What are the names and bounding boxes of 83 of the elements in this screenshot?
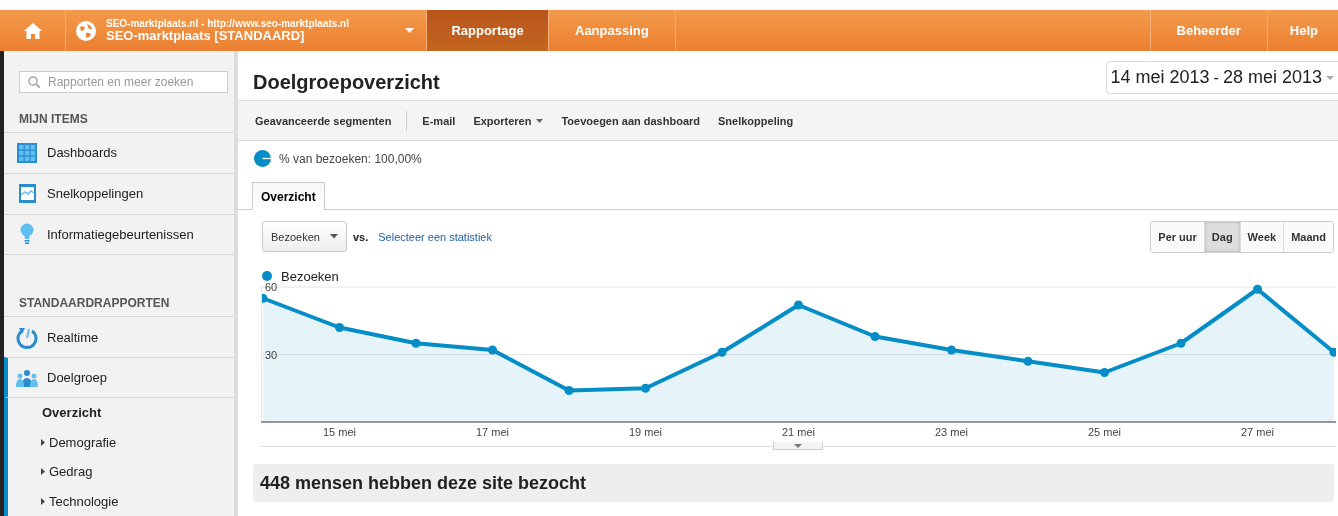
data-point xyxy=(794,300,803,310)
sidebar-subitem[interactable]: Overzicht xyxy=(8,398,234,428)
sidebar-item[interactable]: Dashboards xyxy=(4,131,234,173)
caret-icon[interactable] xyxy=(405,28,414,33)
sidebar-subitem[interactable]: Gedrag xyxy=(8,457,234,487)
data-point xyxy=(641,383,650,393)
axis-label: 60 xyxy=(265,281,278,293)
data-point xyxy=(1253,284,1262,294)
caret-icon xyxy=(1326,75,1334,80)
item-label: Snelkoppelingen xyxy=(47,186,144,202)
sidebar-subitem[interactable]: Technologie xyxy=(8,486,234,516)
sidebar-item[interactable]: Doelgroep xyxy=(4,357,234,398)
granularity-button[interactable]: Week xyxy=(1239,221,1284,252)
chart-resize-handle[interactable] xyxy=(773,442,823,450)
toolbar-button[interactable]: E-mail xyxy=(413,114,465,127)
home-icon[interactable] xyxy=(23,22,42,39)
item-label: Realtime xyxy=(47,329,99,345)
item-label: Demografie xyxy=(49,434,117,450)
vs-label: vs. xyxy=(352,230,369,243)
item-label: Gedrag xyxy=(49,464,93,480)
property-name: SEO-marktplaats [STANDAARD] xyxy=(106,28,305,44)
property-url: SEO-marktplaats.nl - http://www.seo-marktplaats.nl xyxy=(106,17,350,29)
caret-icon xyxy=(41,438,45,446)
item-label: Dashboards xyxy=(47,145,118,161)
data-point xyxy=(870,332,880,341)
people-icon xyxy=(16,368,38,387)
pie-icon xyxy=(254,150,271,167)
data-point xyxy=(947,345,956,355)
data-point xyxy=(1023,356,1033,366)
item-label: Overzicht xyxy=(42,405,102,421)
axis-label: 17 mei xyxy=(476,426,509,438)
data-point xyxy=(261,293,268,303)
grid-icon xyxy=(17,142,37,163)
sidebar-subitem[interactable]: Demografie xyxy=(8,427,234,457)
metric-dropdown[interactable]: Bezoeken xyxy=(262,221,347,252)
granularity-button[interactable]: Maand xyxy=(1283,221,1333,252)
toolbar-button[interactable]: Exporteren xyxy=(464,114,553,127)
item-label: Technologie xyxy=(49,493,119,509)
item-label: Doelgroep xyxy=(47,370,107,385)
globe-icon xyxy=(76,20,96,41)
axis-label: 21 mei xyxy=(782,426,815,438)
granularity-button[interactable]: Per uur xyxy=(1151,221,1204,252)
legend-label: Bezoeken xyxy=(281,268,339,284)
caret-icon xyxy=(536,118,544,123)
data-point xyxy=(411,338,421,348)
date-range-picker[interactable]: 14 mei 2013 - 28 mei 2013 xyxy=(1105,61,1338,94)
caret-icon xyxy=(41,468,45,476)
axis-label: 19 mei xyxy=(629,426,662,438)
data-point xyxy=(488,345,497,355)
nav-tab[interactable]: Rapportage xyxy=(427,10,549,51)
data-point xyxy=(335,323,344,332)
chart-card-icon xyxy=(17,183,37,205)
axis-label: 25 mei xyxy=(1088,426,1121,438)
axis-label: 27 mei xyxy=(1241,426,1274,438)
section-heading: STANDAARDRAPPORTEN xyxy=(18,294,171,312)
section-heading: MIJN ITEMS xyxy=(18,110,89,128)
axis-label: 15 mei xyxy=(323,426,356,438)
data-point xyxy=(1100,368,1109,377)
granularity-button[interactable]: Dag xyxy=(1203,221,1240,252)
toolbar-button[interactable]: Geavanceerde segmenten xyxy=(246,114,401,127)
segment-label: % van bezoeken: 100,00% xyxy=(279,151,422,166)
summary-banner: 448 mensen hebben deze site bezocht xyxy=(253,464,1334,502)
caret-icon xyxy=(41,497,45,505)
caret-icon xyxy=(329,234,338,239)
data-point xyxy=(1329,347,1336,357)
item-label: Informatiegebeurtenissen xyxy=(47,226,194,242)
data-point xyxy=(564,386,574,395)
toolbar-button[interactable]: Snelkoppeling xyxy=(709,114,803,127)
lightbulb-icon xyxy=(20,223,34,246)
sidebar-item[interactable]: Informatiegebeurtenissen xyxy=(4,213,234,255)
compare-link[interactable]: Selecteer een statistiek xyxy=(378,230,492,243)
page-title: Doelgroepoverzicht xyxy=(253,71,440,94)
sidebar-item[interactable]: Snelkoppelingen xyxy=(4,172,234,214)
axis-label: 30 xyxy=(265,348,278,361)
axis-label: 23 mei xyxy=(935,426,968,438)
data-point xyxy=(717,347,727,357)
toolbar-button[interactable]: Toevoegen aan dashboard xyxy=(552,114,709,127)
search-icon xyxy=(28,76,40,89)
data-point xyxy=(1176,338,1186,348)
refresh-icon xyxy=(16,325,38,349)
search-field[interactable]: Rapporten en meer zoeken xyxy=(19,71,228,94)
report-tab[interactable]: Overzicht xyxy=(252,182,325,210)
caret-icon xyxy=(794,443,802,448)
